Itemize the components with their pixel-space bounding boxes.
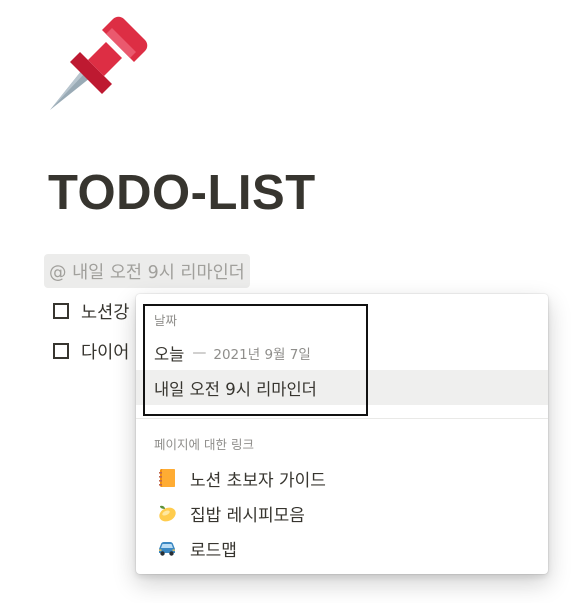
lemon-icon: [159, 505, 176, 522]
today-label: 오늘: [154, 344, 185, 364]
links-section-label: 페이지에 대한 링크: [154, 437, 254, 452]
menu-item-reminder[interactable]: 내일 오전 9시 리마인더: [136, 370, 548, 405]
link-label: 집밥 레시피모음: [190, 505, 305, 526]
notion-page: TODO-LIST @ 내일 오전 9시 리마인더 노션강 다이어 날짜 오늘 …: [0, 0, 577, 603]
todo-text[interactable]: 다이어: [81, 339, 129, 364]
today-date: 2021년 9월 7일: [213, 346, 311, 363]
car-icon: [159, 542, 175, 556]
link-item-roadmap[interactable]: 로드맵: [136, 531, 548, 565]
link-label: 로드맵: [190, 540, 237, 561]
mention-suggestion-menu: 날짜 오늘 — 2021년 9월 7일 내일 오전 9시 리마인더 페이지에 대…: [136, 294, 548, 574]
page-title[interactable]: TODO-LIST: [48, 162, 316, 224]
todo-item: 다이어: [53, 339, 129, 363]
mention-input-chip[interactable]: @ 내일 오전 9시 리마인더: [44, 254, 250, 288]
mention-text: @ 내일 오전 9시 리마인더: [49, 262, 245, 283]
todo-item: 노션강: [53, 299, 129, 323]
link-item-recipes[interactable]: 집밥 레시피모음: [136, 496, 548, 530]
todo-text[interactable]: 노션강: [81, 299, 129, 324]
dash-separator: —: [192, 344, 207, 361]
menu-item-today[interactable]: 오늘 — 2021년 9월 7일: [136, 335, 548, 370]
todo-checkbox[interactable]: [53, 343, 69, 359]
todo-checkbox[interactable]: [53, 303, 69, 319]
reminder-label: 내일 오전 9시 리마인더: [154, 379, 317, 399]
link-label: 노션 초보자 가이드: [190, 470, 326, 491]
menu-divider: [136, 418, 548, 419]
pushpin-icon[interactable]: [44, 12, 152, 116]
notebook-icon: [159, 469, 175, 487]
link-item-guide[interactable]: 노션 초보자 가이드: [136, 461, 548, 495]
date-section-label: 날짜: [154, 313, 178, 328]
